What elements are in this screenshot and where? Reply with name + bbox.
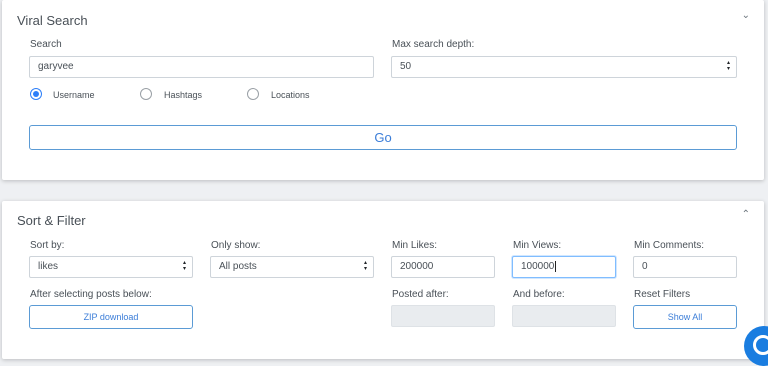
locations-radio[interactable] [247, 88, 259, 100]
viral-search-panel: Viral Search ⌄ Search garyvee Max search… [2, 0, 764, 180]
min-views-value: 100000 [521, 261, 555, 272]
min-likes-input[interactable]: 200000 [391, 256, 495, 278]
sort-by-select[interactable]: likes [29, 256, 193, 278]
locations-radio-label: Locations [271, 90, 310, 100]
text-cursor [555, 260, 557, 272]
min-views-label: Min Views: [513, 240, 562, 251]
max-depth-select[interactable]: 50 [391, 56, 737, 78]
reset-filters-label: Reset Filters [634, 289, 691, 300]
sort-filter-title: Sort & Filter [17, 213, 86, 228]
min-likes-label: Min Likes: [392, 240, 438, 251]
min-views-input[interactable]: 100000 [512, 256, 616, 278]
max-depth-label: Max search depth: [392, 39, 475, 50]
only-show-select[interactable]: All posts [210, 256, 374, 278]
hashtags-radio[interactable] [140, 88, 152, 100]
chevron-up-icon[interactable]: ⌃ [742, 209, 750, 220]
go-button[interactable]: Go [29, 125, 737, 150]
show-all-button[interactable]: Show All [633, 305, 737, 329]
posted-after-input[interactable] [391, 305, 495, 327]
hashtags-radio-label: Hashtags [164, 90, 203, 100]
search-label: Search [30, 39, 62, 50]
and-before-input[interactable] [512, 305, 616, 327]
search-input[interactable]: garyvee [29, 56, 374, 78]
and-before-label: And before: [513, 289, 565, 300]
min-comments-label: Min Comments: [634, 240, 705, 251]
viral-search-title: Viral Search [17, 13, 88, 28]
posted-after-label: Posted after: [392, 289, 449, 300]
sort-filter-panel: Sort & Filter ⌃ Sort by: likes Only show… [2, 201, 764, 359]
username-radio-label: Username [53, 90, 95, 100]
sort-by-label: Sort by: [30, 240, 65, 251]
chevron-down-icon[interactable]: ⌄ [742, 10, 750, 21]
zip-download-button[interactable]: ZIP download [29, 305, 193, 329]
username-radio[interactable] [30, 88, 42, 100]
min-comments-input[interactable]: 0 [633, 256, 737, 278]
only-show-label: Only show: [211, 240, 261, 251]
after-selecting-label: After selecting posts below: [30, 289, 152, 300]
